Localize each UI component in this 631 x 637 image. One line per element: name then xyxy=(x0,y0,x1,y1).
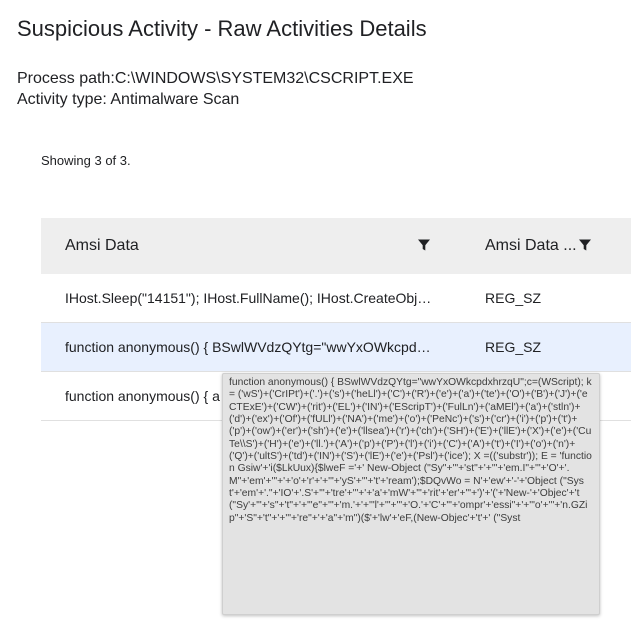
column-header-amsi-data-type[interactable]: Amsi Data ... xyxy=(485,218,577,274)
process-path: Process path:C:\WINDOWS\SYSTEM32\CSCRIPT… xyxy=(17,70,414,87)
activity-type: Activity type: Antimalware Scan xyxy=(17,91,240,108)
page-title: Suspicious Activity - Raw Activities Det… xyxy=(17,16,427,41)
table-row[interactable]: IHost.Sleep("14151"); IHost.FullName(); … xyxy=(41,274,631,323)
amsi-data-type-cell: REG_SZ xyxy=(485,339,542,355)
amsi-data-cell: IHost.Sleep("14151"); IHost.FullName(); … xyxy=(65,290,437,306)
filter-icon[interactable] xyxy=(578,238,592,252)
filter-icon[interactable] xyxy=(417,238,431,252)
table-header: Amsi Data Amsi Data ... xyxy=(41,218,631,274)
amsi-data-cell: function anonymous() { BSwlWVdzQYtg="wwY… xyxy=(65,339,437,355)
results-count: Showing 3 of 3. xyxy=(41,153,131,168)
amsi-data-tooltip: function anonymous() { BSwlWVdzQYtg="wwY… xyxy=(222,373,600,615)
table-row-selected[interactable]: function anonymous() { BSwlWVdzQYtg="wwY… xyxy=(41,323,631,372)
amsi-data-type-cell: REG_SZ xyxy=(485,290,542,306)
column-header-amsi-data[interactable]: Amsi Data xyxy=(65,218,139,274)
